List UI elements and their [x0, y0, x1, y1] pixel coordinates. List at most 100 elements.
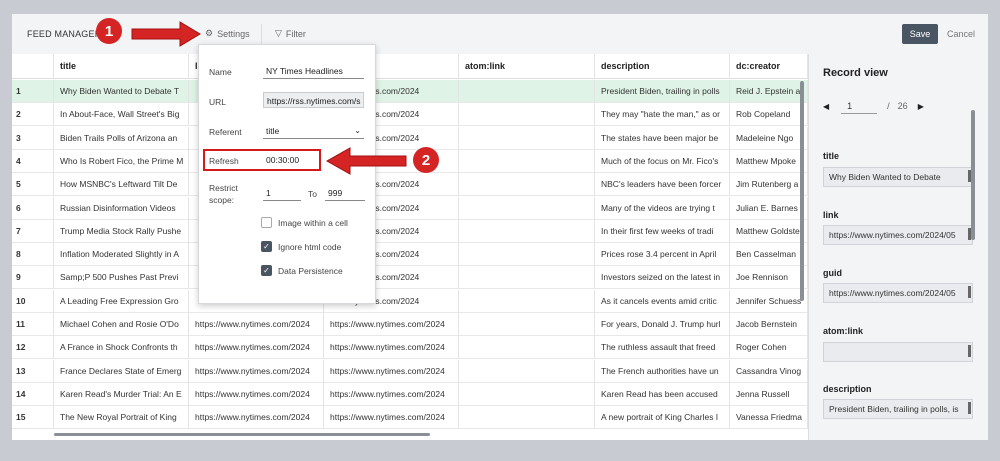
cell-dc-creator[interactable]: Rob Copeland	[730, 103, 808, 127]
settings-button[interactable]: ⚙ Settings	[205, 28, 250, 39]
cell-description[interactable]: Many of the videos are trying t	[595, 196, 730, 220]
cell-link[interactable]: https://www.nytimes.com/2024	[189, 313, 324, 336]
cell-title[interactable]: Karen Read's Murder Trial: An E	[54, 382, 189, 406]
table-row[interactable]: 5How MSNBC's Leftward Tilt Dewww.nytimes…	[12, 173, 808, 197]
cell-title[interactable]: Russian Disinformation Videos	[54, 196, 189, 220]
cell-guid[interactable]: https://www.nytimes.com/2024	[324, 359, 459, 383]
cell-atom-link[interactable]	[459, 80, 595, 103]
cell-dc-creator[interactable]: Jenna Russell	[730, 382, 808, 406]
grid-vertical-scrollbar[interactable]	[800, 81, 804, 301]
table-row[interactable]: 7Trump Media Stock Rally Pushewww.nytime…	[12, 219, 808, 243]
cell-title[interactable]: Trump Media Stock Rally Pushe	[54, 219, 189, 243]
cell-description[interactable]: The French authorities have un	[595, 359, 730, 383]
cell-description[interactable]: The ruthless assault that freed	[595, 336, 730, 360]
header-dc-creator[interactable]: dc:creator	[730, 54, 808, 79]
header-description[interactable]: description	[595, 54, 730, 79]
next-record-icon[interactable]: ▶	[918, 102, 924, 111]
cell-dc-creator[interactable]: Madeleine Ngo	[730, 126, 808, 150]
cell-description[interactable]: President Biden, trailing in polls	[595, 80, 730, 103]
cell-dc-creator[interactable]: Jennifer Schuess	[730, 289, 808, 313]
table-row[interactable]: 1Why Biden Wanted to Debate Twww.nytimes…	[12, 80, 808, 103]
cell-description[interactable]: For years, Donald J. Trump hurl	[595, 313, 730, 336]
table-row[interactable]: 3Biden Trails Polls of Arizona anwww.nyt…	[12, 126, 808, 150]
cell-title[interactable]: A France in Shock Confronts th	[54, 336, 189, 360]
cell-title[interactable]: France Declares State of Emerg	[54, 359, 189, 383]
cell-dc-creator[interactable]: Ben Casselman	[730, 243, 808, 267]
prev-record-icon[interactable]: ◀	[823, 102, 829, 111]
cell-atom-link[interactable]	[459, 126, 595, 150]
cell-description[interactable]: Karen Read has been accused	[595, 382, 730, 406]
cell-link[interactable]: https://www.nytimes.com/2024	[189, 359, 324, 383]
table-row[interactable]: 4Who Is Robert Fico, the Prime Mes.com/2…	[12, 149, 808, 173]
table-row[interactable]: 9Samp;P 500 Pushes Past Previwww.nytimes…	[12, 266, 808, 290]
cell-title[interactable]: In About-Face, Wall Street's Big	[54, 103, 189, 127]
cell-atom-link[interactable]	[459, 359, 595, 383]
rv-field-atom-link[interactable]	[823, 342, 973, 362]
cell-description[interactable]: A new portrait of King Charles I	[595, 406, 730, 430]
scope-to-input[interactable]: 999	[325, 185, 365, 201]
cell-atom-link[interactable]	[459, 243, 595, 267]
cell-dc-creator[interactable]: Reid J. Epstein a	[730, 80, 808, 103]
table-row[interactable]: 12 A France in Shock Confronts th https://…	[12, 336, 808, 360]
cell-description[interactable]: The states have been major be	[595, 126, 730, 150]
cell-guid[interactable]: https://www.nytimes.com/2024	[324, 406, 459, 430]
cell-description[interactable]: Investors seized on the latest in	[595, 266, 730, 290]
cell-dc-creator[interactable]: Matthew Goldste	[730, 219, 808, 243]
image-in-cell-option[interactable]: Image within a cell	[261, 217, 348, 228]
cell-atom-link[interactable]	[459, 336, 595, 360]
cancel-button[interactable]: Cancel	[947, 29, 975, 39]
referent-select[interactable]: title ⌄	[263, 123, 364, 139]
cell-title[interactable]: Who Is Robert Fico, the Prime M	[54, 149, 189, 173]
cell-atom-link[interactable]	[459, 406, 595, 430]
cell-atom-link[interactable]	[459, 219, 595, 243]
rv-field-guid[interactable]: https://www.nytimes.com/2024/05	[823, 283, 973, 303]
scope-from-input[interactable]: 1	[263, 185, 301, 201]
rv-field-title[interactable]: Why Biden Wanted to Debate	[823, 167, 973, 187]
data-persistence-checkbox[interactable]: ✓	[261, 265, 272, 276]
cell-atom-link[interactable]	[459, 196, 595, 220]
cell-description[interactable]: As it cancels events amid critic	[595, 289, 730, 313]
cell-atom-link[interactable]	[459, 313, 595, 336]
cell-description[interactable]: NBC's leaders have been forcer	[595, 173, 730, 197]
header-atom-link[interactable]: atom:link	[459, 54, 595, 79]
cell-atom-link[interactable]	[459, 149, 595, 173]
rv-field-description[interactable]: President Biden, trailing in polls, is	[823, 399, 973, 419]
data-persistence-option[interactable]: ✓ Data Persistence	[261, 265, 343, 276]
cell-atom-link[interactable]	[459, 289, 595, 313]
cell-description[interactable]: Prices rose 3.4 percent in April	[595, 243, 730, 267]
table-row[interactable]: 2In About-Face, Wall Street's Bigwww.nyt…	[12, 103, 808, 127]
cell-title[interactable]: Samp;P 500 Pushes Past Previ	[54, 266, 189, 290]
table-row[interactable]: 13 France Declares State of Emerg https://…	[12, 359, 808, 383]
table-row[interactable]: 14 Karen Read's Murder Trial: An Ehttps:/…	[12, 382, 808, 406]
cell-dc-creator[interactable]: Cassandra Vinog	[730, 359, 808, 383]
cell-dc-creator[interactable]: Vanessa Friedma	[730, 406, 808, 430]
table-row[interactable]: 8Inflation Moderated Slightly in Awww.ny…	[12, 243, 808, 267]
cell-atom-link[interactable]	[459, 266, 595, 290]
cell-description[interactable]: In their first few weeks of tradi	[595, 219, 730, 243]
cell-atom-link[interactable]	[459, 173, 595, 197]
image-in-cell-checkbox[interactable]	[261, 217, 272, 228]
cell-dc-creator[interactable]: Jim Rutenberg a	[730, 173, 808, 197]
cell-atom-link[interactable]	[459, 382, 595, 406]
ignore-html-checkbox[interactable]: ✓	[261, 241, 272, 252]
cell-dc-creator[interactable]: Roger Cohen	[730, 336, 808, 360]
cell-link[interactable]: https://www.nytimes.com/2024	[189, 336, 324, 360]
grid-horizontal-scrollbar[interactable]	[54, 433, 430, 436]
name-input[interactable]: NY Times Headlines	[263, 63, 364, 79]
table-row[interactable]: 15 The New Royal Portrait of King https://…	[12, 406, 808, 430]
cell-title[interactable]: Biden Trails Polls of Arizona an	[54, 126, 189, 150]
cell-guid[interactable]: https://www.nytimes.com/2024	[324, 382, 459, 406]
header-title[interactable]: title	[54, 54, 189, 79]
ignore-html-option[interactable]: ✓ Ignore html code	[261, 241, 341, 252]
cell-guid[interactable]: https://www.nytimes.com/2024	[324, 313, 459, 336]
table-row[interactable]: 6Russian Disinformation Videoswww.nytime…	[12, 196, 808, 220]
cell-link[interactable]: https://www.nytimes.com/2024	[189, 382, 324, 406]
rv-field-link[interactable]: https://www.nytimes.com/2024/05	[823, 225, 973, 245]
cell-guid[interactable]: https://www.nytimes.com/2024	[324, 336, 459, 360]
cell-title[interactable]: How MSNBC's Leftward Tilt De	[54, 173, 189, 197]
cell-link[interactable]: https://www.nytimes.com/2024	[189, 406, 324, 430]
cell-title[interactable]: A Leading Free Expression Gro	[54, 289, 189, 313]
cell-dc-creator[interactable]: Jacob Bernstein	[730, 313, 808, 336]
url-input[interactable]: https://rss.nytimes.com/s	[263, 92, 364, 108]
record-page-input[interactable]: 1	[841, 98, 878, 114]
